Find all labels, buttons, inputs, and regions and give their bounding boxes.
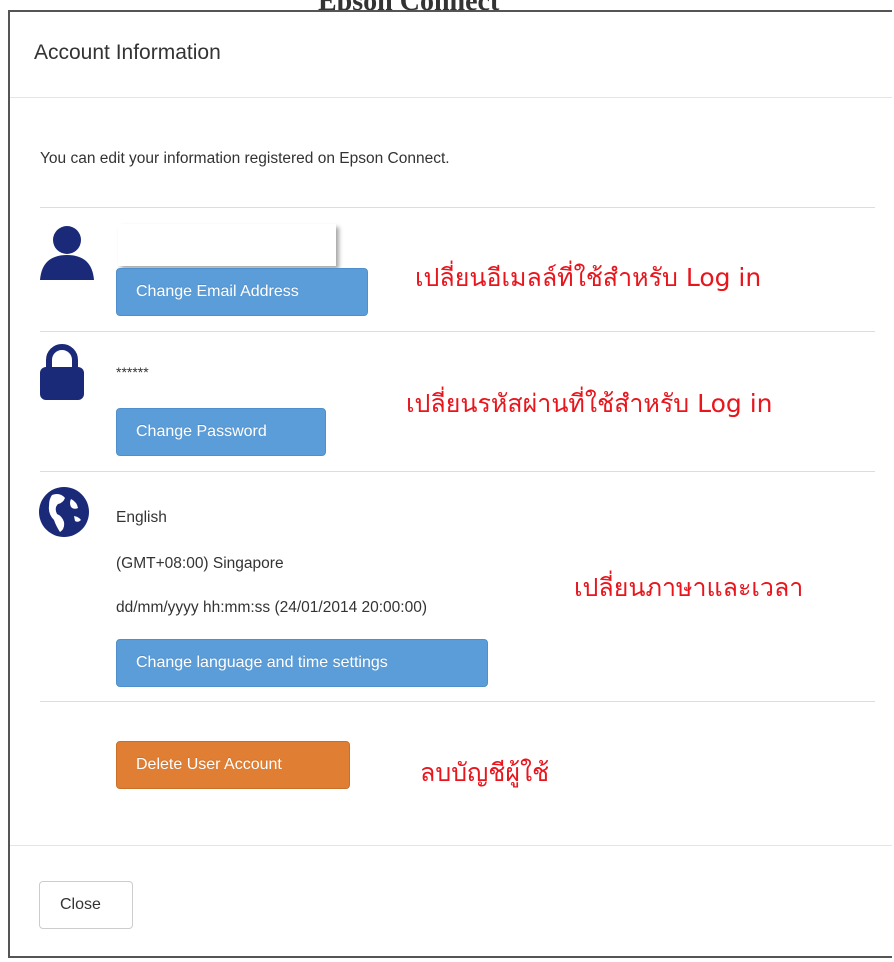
backdrop: Epson Connect <box>0 0 894 17</box>
globe-icon <box>39 487 89 537</box>
password-annotation: เปลี่ยนรหัสผ่านที่ใช้สำหรับ Log in <box>406 389 773 418</box>
user-icon <box>40 226 94 280</box>
datetime-format-value: dd/mm/yyyy hh:mm:ss (24/01/2014 20:00:00… <box>116 599 428 616</box>
timezone-value: (GMT+08:00) Singapore <box>116 555 284 572</box>
dialog-header: Account Information <box>10 12 892 98</box>
delete-annotation: ลบบัญชีผู้ใช้ <box>420 758 550 787</box>
change-password-button[interactable]: Change Password <box>116 408 326 456</box>
email-annotation: เปลี่ยนอีเมลล์ที่ใช้สำหรับ Log in <box>415 263 762 292</box>
change-email-button[interactable]: Change Email Address <box>116 268 368 316</box>
divider <box>40 471 875 472</box>
lock-icon <box>40 344 84 400</box>
divider <box>40 207 875 208</box>
account-information-dialog: Account Information You can edit your in… <box>8 10 892 958</box>
password-value: ****** <box>116 364 149 380</box>
dialog-title: Account Information <box>34 41 221 64</box>
divider <box>40 331 875 332</box>
language-annotation: เปลี่ยนภาษาและเวลา <box>574 573 804 602</box>
language-value: English <box>116 509 167 526</box>
intro-text: You can edit your information registered… <box>40 150 450 167</box>
divider <box>40 701 875 702</box>
email-value-field <box>118 224 336 266</box>
dialog-footer-divider <box>10 845 892 846</box>
change-language-time-button[interactable]: Change language and time settings <box>116 639 488 687</box>
delete-account-button[interactable]: Delete User Account <box>116 741 350 789</box>
close-button[interactable]: Close <box>39 881 133 929</box>
